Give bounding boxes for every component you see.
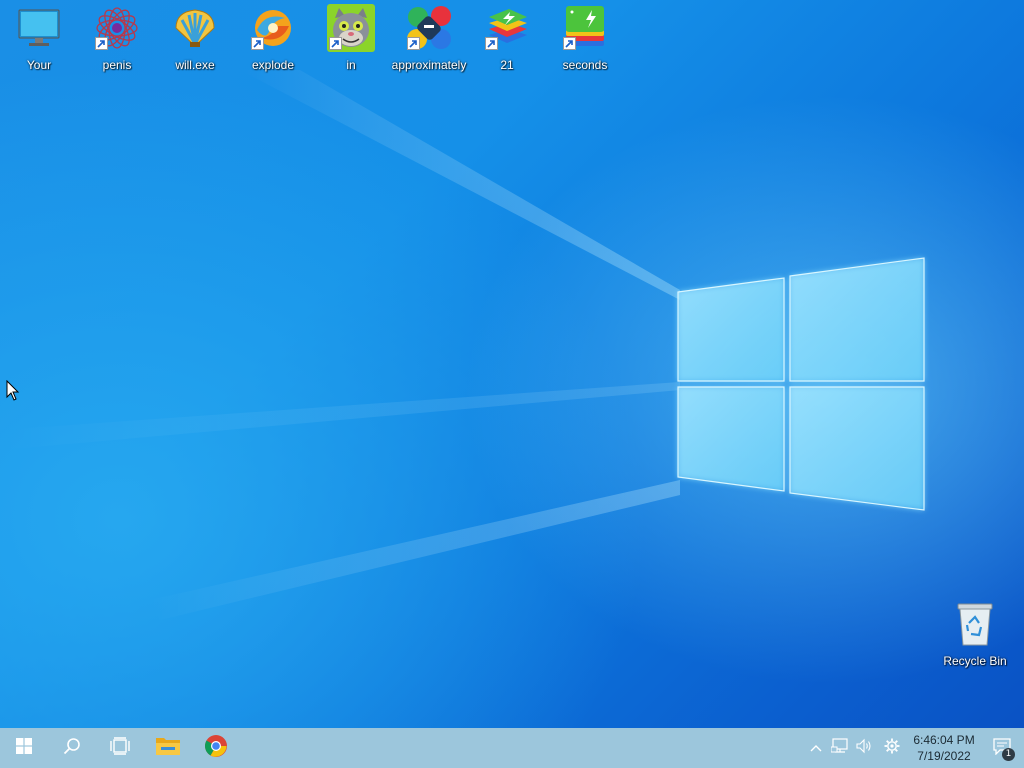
desktop-icon-21[interactable]: 21 (468, 4, 546, 72)
start-button[interactable] (0, 728, 48, 768)
shortcut-arrow-icon (251, 37, 264, 50)
volume-button[interactable] (852, 728, 876, 768)
desktop-icon-will-exe[interactable]: will.exe (156, 4, 234, 72)
desktop-icon-label: penis (102, 58, 132, 72)
desktop-icon-label: in (346, 58, 356, 72)
shortcut-arrow-icon (407, 37, 420, 50)
desktop-icon-your[interactable]: Your (0, 4, 78, 72)
colorful-dots-icon (405, 4, 453, 52)
search-button[interactable] (48, 728, 96, 768)
gear-icon (884, 738, 900, 759)
swirl-orb-icon (249, 4, 297, 52)
mouse-cursor-icon (6, 379, 20, 407)
shortcut-arrow-icon (563, 37, 576, 50)
shortcut-arrow-icon (485, 37, 498, 50)
green-stack-icon (561, 4, 609, 52)
taskbar: 6:46:04 PM 7/19/2022 1 (0, 728, 1024, 768)
wallpaper-windows-logo (677, 257, 925, 511)
clock-time: 6:46:04 PM (913, 733, 975, 747)
clock[interactable]: 6:46:04 PM 7/19/2022 (908, 728, 980, 768)
desktop-icon-in[interactable]: in (312, 4, 390, 72)
desktop-icon-label: seconds (562, 58, 608, 72)
bluestacks-icon (483, 4, 531, 52)
system-tray: 6:46:04 PM 7/19/2022 1 (804, 728, 1024, 768)
shortcut-arrow-icon (329, 37, 342, 50)
settings-tray-button[interactable] (876, 728, 908, 768)
chevron-up-icon (810, 739, 822, 757)
desktop-icon-penis[interactable]: penis (78, 4, 156, 72)
desktop-icon-label: Your (26, 58, 52, 72)
chrome-icon (204, 734, 228, 763)
task-view-icon (110, 736, 130, 760)
taskbar-chrome[interactable] (192, 728, 240, 768)
desktop-icon-approximately[interactable]: approximately (390, 4, 468, 72)
desktop-icon-seconds[interactable]: seconds (546, 4, 624, 72)
desktop-icon-recycle-bin[interactable]: Recycle Bin (938, 600, 1012, 668)
windows-logo-icon (16, 737, 32, 759)
notification-badge: 1 (1002, 748, 1015, 761)
network-icon (830, 737, 849, 759)
recycle-bin-icon (951, 600, 999, 648)
show-hidden-icons-button[interactable] (804, 728, 828, 768)
network-button[interactable] (828, 728, 852, 768)
shortcut-arrow-icon (95, 37, 108, 50)
folder-icon (155, 735, 181, 762)
desktop-icon-explode[interactable]: explode (234, 4, 312, 72)
this-pc-icon (15, 4, 63, 52)
red-spiral-icon (93, 4, 141, 52)
desktop-icon-label: explode (251, 58, 295, 72)
search-icon (63, 737, 81, 760)
talking-tom-icon (327, 4, 375, 52)
desktop-icon-label: approximately (391, 58, 467, 72)
task-view-button[interactable] (96, 728, 144, 768)
volume-icon (855, 738, 873, 759)
taskbar-file-explorer[interactable] (144, 728, 192, 768)
clock-date: 7/19/2022 (917, 749, 971, 763)
action-center-button[interactable]: 1 (980, 728, 1024, 768)
shell-icon (171, 4, 219, 52)
desktop[interactable]: Your penis will.exe explode in approxima… (0, 0, 1024, 728)
desktop-icon-label: 21 (500, 58, 514, 72)
desktop-icon-label: will.exe (175, 58, 215, 72)
wallpaper-light-beams (0, 70, 680, 620)
desktop-icon-label: Recycle Bin (943, 654, 1007, 668)
